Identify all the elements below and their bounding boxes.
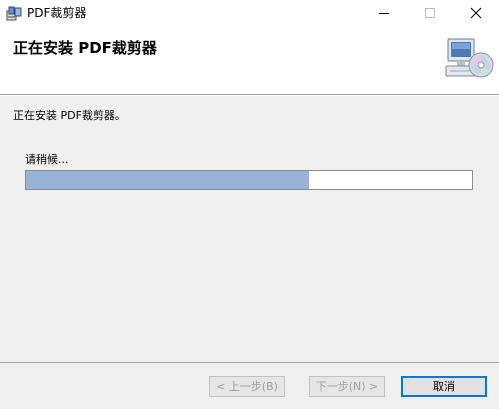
window-title: PDF裁剪器 xyxy=(27,6,87,20)
maximize-icon xyxy=(425,8,435,18)
title-bar: PDF裁剪器 xyxy=(0,0,499,26)
close-icon xyxy=(470,7,482,19)
progress-fill xyxy=(26,171,309,189)
minimize-icon xyxy=(379,13,389,14)
back-button[interactable]: < 上一步(B) xyxy=(209,376,285,397)
next-button[interactable]: 下一步(N) > xyxy=(309,376,385,397)
maximize-button[interactable] xyxy=(407,0,453,26)
content-panel: 正在安装 PDF裁剪器。 请稍候... xyxy=(0,96,499,362)
cancel-button[interactable]: 取消 xyxy=(401,376,487,397)
close-button[interactable] xyxy=(453,0,499,26)
computer-disc-icon xyxy=(445,38,494,78)
header-banner: 正在安装 PDF裁剪器 xyxy=(0,26,499,95)
status-message: 正在安装 PDF裁剪器。 xyxy=(13,109,126,122)
installer-package-icon xyxy=(6,6,22,21)
minimize-button[interactable] xyxy=(361,0,407,26)
progress-bar xyxy=(25,170,473,190)
page-title: 正在安装 PDF裁剪器 xyxy=(13,39,157,57)
button-bar: < 上一步(B) 下一步(N) > 取消 xyxy=(0,362,499,409)
wait-label: 请稍候... xyxy=(25,153,69,166)
